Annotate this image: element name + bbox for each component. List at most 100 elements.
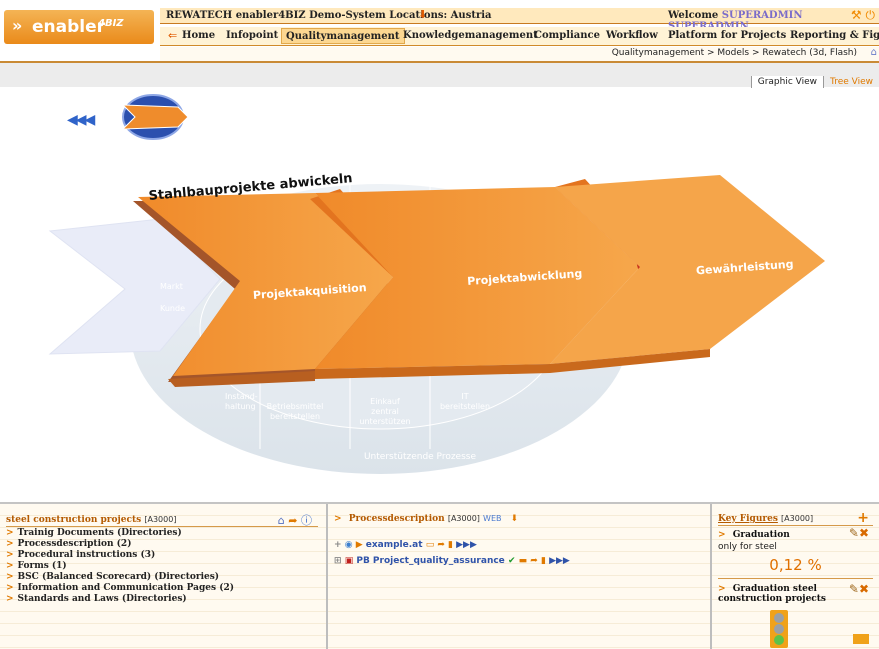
chevron-right-icon: > [6,572,14,582]
check-icon: ✔ [507,556,516,566]
kf2-title[interactable]: Graduation steel construction projects [718,584,826,604]
list-item-label: Trainig Documents (Directories) [17,528,182,538]
bg-top-label: Management Prozesse [289,126,391,136]
panel-processdescription: > Processdescription [A3000] WEB ⬇ + ◉ ▶… [328,504,712,649]
nav-compliance[interactable]: Compliance [534,30,600,41]
object-label[interactable]: PB Project_quality_assurance [356,556,504,566]
panel-documents-heading: steel construction projects [A3000] [6,515,176,525]
kf1-edit-delete-icons[interactable]: ✎✖ [849,526,869,540]
breadcrumb-bar: Qualitymanagement > Models > Rewatech (3… [160,47,879,61]
document-icon[interactable]: ▮ [541,556,546,566]
list-item-standards[interactable]: > Standards and Laws (Directories) [6,594,234,605]
nav-platform-for-projects[interactable]: Platform for Projects [668,30,786,41]
comment-icon[interactable]: ▬ [519,556,528,566]
object-row-example[interactable]: + ◉ ▶ example.at ▭ ➦ ▮ ▶▶▶ [334,540,477,550]
traffic-light-green [774,635,784,645]
list-item-label: Standards and Laws (Directories) [17,594,187,604]
expand-icon[interactable]: + [334,540,342,550]
logo-sup: 4BIZ [98,18,124,29]
kf2-title-row: > Graduation steel construction projects [718,584,848,604]
delete-icon[interactable]: ✖ [859,526,869,540]
bg-item-it-2: bereitstellen [440,402,490,411]
forward-arrow-icon[interactable]: ➦ [437,540,445,550]
ghost-label-markt: Markt [160,282,183,291]
list-item-procedural[interactable]: > Procedural instructions (3) [6,550,234,561]
panel-key-figures-heading: Key Figures [A3000] [718,514,813,524]
location-dropdown-icon[interactable]: ⬇ [418,8,427,21]
bg-item-instand-2: haltung [225,402,256,411]
fast-forward-icon[interactable]: ▶▶▶ [549,556,570,566]
logo-chevron-icon: » [12,16,23,35]
list-item-information[interactable]: > Information and Communication Pages (2) [6,583,234,594]
logo[interactable]: » enabler 4BIZ [4,10,154,44]
globe-icon: ◉ [344,540,353,550]
panel-processdescription-code: [A3000] [447,514,480,523]
back-arrows-icon[interactable]: ◀◀◀ [67,112,95,128]
list-item-label: Procedural instructions (3) [17,550,156,560]
forward-arrow-icon[interactable]: ➦ [530,556,538,566]
panel-documents-title[interactable]: steel construction projects [6,515,141,525]
list-item-label: Forms (1) [17,561,67,571]
kf1-title[interactable]: Graduation [733,530,790,540]
comment-icon[interactable]: ▭ [426,540,435,550]
chevron-right-icon: > [6,550,14,560]
breadcrumb[interactable]: Qualitymanagement > Models > Rewatech (3… [612,48,857,58]
chevron-right-icon: > [6,561,14,571]
nav-home[interactable]: Home [182,30,215,41]
object-row-pb[interactable]: ⊞ ▣ PB Project_quality_assurance ✔ ▬ ➦ ▮… [334,556,570,566]
bg-item-einkauf: Einkauf [370,397,400,406]
nav-infopoint[interactable]: Infopoint [226,30,278,41]
ghost-label-kunde: Kunde [160,304,185,313]
bg-item-einkauf-2: zentral [371,407,399,416]
view-tabs: Graphic View Tree View [750,76,879,89]
home-icon[interactable]: ⌂ [871,47,877,58]
panel-key-figures: Key Figures [A3000] + > Graduation ✎✖ on… [712,504,879,649]
add-icon[interactable]: + [857,510,869,526]
bg-item-betriebsmittel: Betriebsmittel [267,402,324,411]
kf1-sub: only for steel [718,542,777,552]
delete-icon[interactable]: ✖ [859,582,869,596]
tab-tree-view[interactable]: Tree View [823,76,879,88]
tools-icon[interactable]: ⚒ ⏻ [851,8,875,23]
list-item-bsc[interactable]: > BSC (Balanced Scorecard) (Directories) [6,572,234,583]
web-link[interactable]: WEB [483,514,501,523]
panel-documents-code: [A3000] [144,515,177,524]
chevron-right-icon: > [6,539,14,549]
panel-key-figures-title[interactable]: Key Figures [718,514,778,524]
header: » enabler 4BIZ REWATECH enabler4BIZ Demo… [0,0,879,63]
home-back-arrow-icon[interactable]: ⇐ [168,29,177,42]
bg-item-einkauf-3: unterstützen [359,417,410,426]
kf2-edit-delete-icons[interactable]: ✎✖ [849,582,869,596]
traffic-light-red [774,613,784,623]
upload-icon[interactable]: ⬇ [511,514,519,524]
nav-qualitymanagement[interactable]: Qualitymanagement [281,28,405,44]
main-navigation: ⇐ Home Infopoint Qualitymanagement Knowl… [160,27,879,46]
panel-processdescription-title[interactable]: Processdescription [349,514,445,524]
nav-workflow[interactable]: Workflow [606,30,658,41]
panel-rule [718,578,873,579]
bottom-panels: steel construction projects [A3000] ⌂ ➦ … [0,502,879,649]
kf1-value: 0,12 % [769,556,822,574]
chevron-right-icon: > [718,584,726,594]
expand-icon[interactable]: ⊞ [334,556,342,566]
chevron-right-icon: > [334,514,342,524]
traffic-light-yellow [774,624,784,634]
list-item-label: Information and Communication Pages (2) [17,583,234,593]
system-title: REWATECH enabler4BIZ Demo-System Locatio… [166,10,492,21]
list-item-forms[interactable]: > Forms (1) [6,561,234,572]
fast-forward-icon[interactable]: ▶▶▶ [456,540,477,550]
nav-knowledgemanagement[interactable]: Knowledgemanagement [403,30,538,41]
document-icon[interactable]: ▮ [448,540,453,550]
bg-bottom-label: Unterstützende Prozesse [364,452,477,462]
bg-item-betriebsmittel-2: bereitstellen [270,412,320,421]
list-item-label: Processdescription (2) [17,539,132,549]
list-item-training[interactable]: > Trainig Documents (Directories) [6,528,234,539]
object-label[interactable]: example.at [366,540,423,550]
nav-reporting[interactable]: Reporting & Figur [790,30,879,41]
chart-icon[interactable] [853,634,869,644]
process-graphic: Management Prozesse Unterstützende Proze… [10,89,879,502]
bg-item-organisation: Organisation [364,167,415,176]
list-item-processdescription[interactable]: > Processdescription (2) [6,539,234,550]
tab-graphic-view[interactable]: Graphic View [750,76,824,88]
list-item-label: BSC (Balanced Scorecard) (Directories) [17,572,220,582]
